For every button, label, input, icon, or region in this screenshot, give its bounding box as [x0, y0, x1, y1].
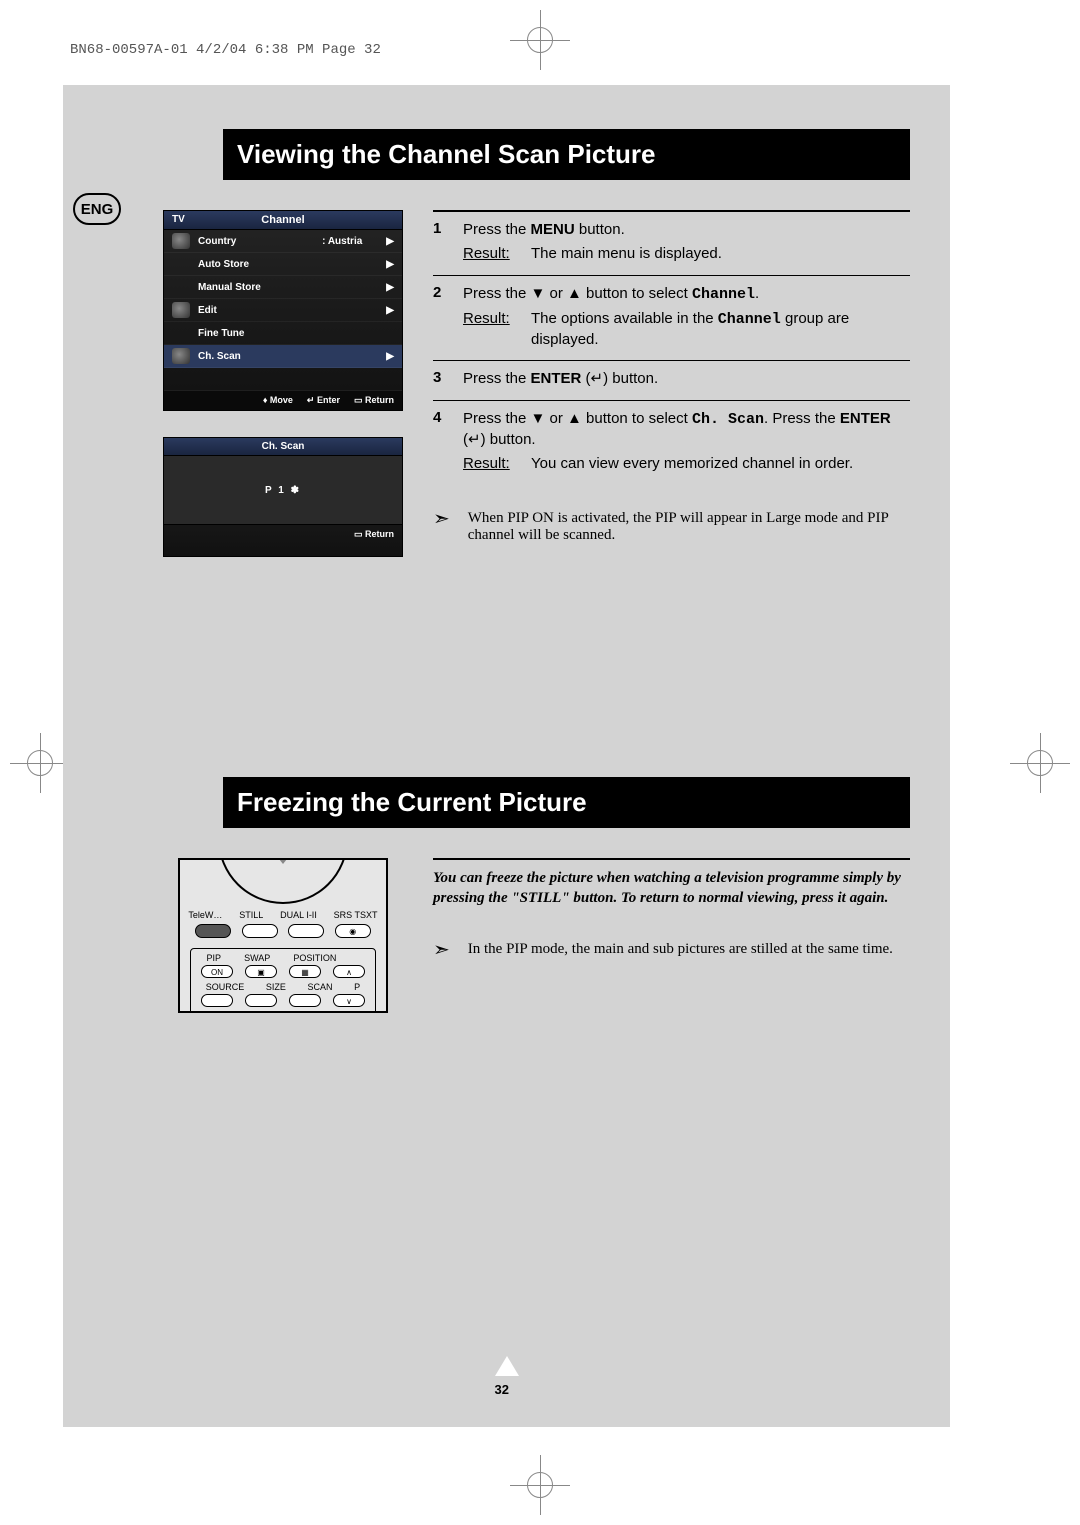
- remote-label: TeleW…: [188, 910, 222, 920]
- arrow-right-icon: ▶: [386, 236, 394, 247]
- remote-button: [195, 924, 231, 938]
- osd2-body: P 1 ✽: [164, 455, 402, 525]
- osd-foot-return: ▭ Return: [354, 395, 394, 406]
- step-number: 4: [433, 409, 463, 475]
- step-number: 1: [433, 220, 463, 265]
- remote-button: ∧: [333, 965, 365, 978]
- remote-button: ∨: [333, 994, 365, 1007]
- note-text: In the PIP mode, the main and sub pictur…: [468, 941, 893, 959]
- step-text: (↵) button.: [581, 370, 658, 387]
- osd-row-label: Fine Tune: [198, 328, 394, 339]
- section2-title: Freezing the Current Picture: [223, 777, 910, 828]
- print-header: BN68-00597A-01 4/2/04 6:38 PM Page 32: [70, 42, 381, 58]
- remote-button: [289, 994, 321, 1007]
- remote-button: [201, 994, 233, 1007]
- steps-list: 1 Press the MENU button. Result: The main…: [433, 210, 910, 484]
- step-text: Press the: [463, 370, 531, 387]
- osd-channel-menu: TV Channel Country: Austria▶ Auto Store▶…: [163, 210, 403, 411]
- remote-label: SRS TSXT: [334, 910, 378, 920]
- osd-foot-move: ♦ Move: [263, 395, 293, 406]
- step-text: Press the: [463, 221, 531, 238]
- osd-row-label: Country: [198, 236, 322, 247]
- remote-button: ▦: [289, 965, 321, 978]
- step-1: 1 Press the MENU button. Result: The main…: [433, 210, 910, 276]
- remote-dpad: [218, 858, 348, 904]
- remote-button: [288, 924, 324, 938]
- section2-intro: You can freeze the picture when watching…: [433, 868, 910, 909]
- remote-label: SIZE: [266, 982, 286, 992]
- step-text-bold: ENTER: [531, 370, 582, 387]
- remote-button: [245, 994, 277, 1007]
- osd2-title: Ch. Scan: [164, 438, 402, 455]
- page-number-text: 32: [495, 1382, 509, 1397]
- osd-row-label: Manual Store: [198, 282, 386, 293]
- note-text: When PIP ON is activated, the PIP will a…: [468, 510, 910, 544]
- section2-divider: [433, 858, 910, 860]
- osd-icon: [172, 233, 190, 249]
- osd-row-label: Auto Store: [198, 259, 386, 270]
- arrow-right-icon: ▶: [386, 282, 394, 293]
- result-text: The options available in the Channel gro…: [531, 309, 910, 351]
- remote-label: P: [354, 982, 360, 992]
- registration-mark-right: [1020, 743, 1060, 783]
- osd-icon: [172, 302, 190, 318]
- osd-header: Channel: [261, 214, 304, 226]
- step-text: .: [755, 285, 759, 302]
- section2-note: ➣ In the PIP mode, the main and sub pict…: [433, 941, 910, 959]
- step-number: 3: [433, 369, 463, 389]
- osd-row-value: : Austria: [322, 236, 362, 247]
- osd-tv-label: TV: [172, 214, 185, 225]
- registration-mark-left: [20, 743, 60, 783]
- step-4: 4 Press the ▼ or ▲ button to select Ch. …: [433, 401, 910, 485]
- page-sheet: ENG Viewing the Channel Scan Picture TV …: [63, 85, 950, 1427]
- remote-label: DUAL I-II: [280, 910, 317, 920]
- osd-icon: [172, 348, 190, 364]
- remote-button-pip-on: ON: [201, 965, 233, 978]
- step-text-mono: Ch. Scan: [692, 411, 764, 428]
- remote-button: ◉: [335, 924, 371, 938]
- step-number: 2: [433, 284, 463, 351]
- section1-title: Viewing the Channel Scan Picture: [223, 129, 910, 180]
- remote-label: POSITION: [293, 953, 336, 963]
- remote-label: SCAN: [308, 982, 333, 992]
- step-3: 3 Press the ENTER (↵) button.: [433, 361, 910, 400]
- step-text: Press the ▼ or ▲ button to select: [463, 285, 692, 302]
- language-badge: ENG: [73, 193, 121, 225]
- result-label: Result:: [463, 309, 521, 351]
- step-text: Press the ▼ or ▲ button to select: [463, 410, 692, 427]
- result-text: You can view every memorized channel in …: [531, 454, 853, 474]
- step-text-bold: ENTER: [840, 410, 891, 427]
- step-2: 2 Press the ▼ or ▲ button to select Chan…: [433, 276, 910, 362]
- note-arrow-icon: ➣: [433, 510, 450, 544]
- page-triangle-icon: [495, 1356, 519, 1376]
- remote-button: ▣: [245, 965, 277, 978]
- remote-illustration: TeleW… STILL DUAL I-II SRS TSXT ◉ PIP SW…: [178, 858, 388, 1013]
- remote-label: SWAP: [244, 953, 270, 963]
- osd-row-label: Edit: [198, 305, 386, 316]
- remote-button-still: [242, 924, 278, 938]
- step-text-mono: Channel: [692, 286, 755, 303]
- note-arrow-icon: ➣: [433, 941, 450, 959]
- remote-label: SOURCE: [206, 982, 245, 992]
- remote-label: STILL: [239, 910, 263, 920]
- result-text: The main menu is displayed.: [531, 244, 722, 264]
- osd2-return: ▭ Return: [164, 525, 402, 544]
- osd-foot-enter: ↵ Enter: [307, 395, 340, 406]
- arrow-right-icon: ▶: [386, 259, 394, 270]
- arrow-right-icon: ▶: [386, 305, 394, 316]
- registration-mark-top: [520, 20, 560, 60]
- osd-row-label: Ch. Scan: [198, 351, 386, 362]
- page-number: 32: [495, 1356, 519, 1397]
- remote-label: PIP: [207, 953, 222, 963]
- result-label: Result:: [463, 244, 521, 264]
- step-text: button.: [575, 221, 625, 238]
- result-label: Result:: [463, 454, 521, 474]
- step-text-bold: MENU: [531, 221, 575, 238]
- registration-mark-bottom: [520, 1465, 560, 1505]
- arrow-right-icon: ▶: [386, 351, 394, 362]
- osd-ch-scan: Ch. Scan P 1 ✽ ▭ Return: [163, 437, 403, 557]
- section1-note: ➣ When PIP ON is activated, the PIP will…: [433, 510, 910, 544]
- step-text: . Press the: [764, 410, 840, 427]
- step-text: (↵) button.: [463, 431, 536, 448]
